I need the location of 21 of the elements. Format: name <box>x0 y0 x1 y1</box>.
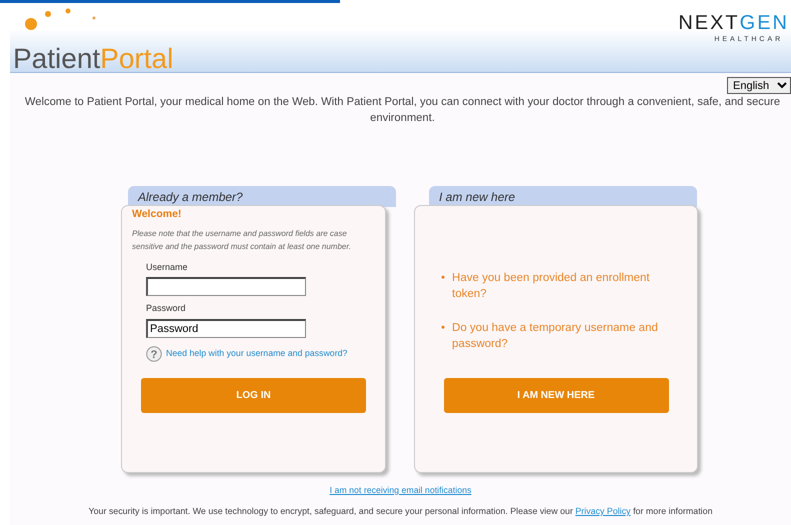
bullet: • <box>441 271 446 286</box>
patient-portal-logo: PatientPortal <box>13 42 174 74</box>
input-field[interactable]: Password <box>146 318 306 338</box>
field-label: Password <box>146 302 187 316</box>
dots-icon <box>25 7 97 31</box>
help-link[interactable]: Need help with your username and password? <box>166 347 348 360</box>
intro-text: Welcome to Patient Portal, your medical home on the Web. With Patient Portal, you can connect with your doctor through a convenient, safe, and secure environment. <box>24 95 782 126</box>
language-select[interactable]: English <box>727 77 791 94</box>
question-text: Do you have a temporary username and password? <box>452 321 659 352</box>
help-icon[interactable]: ? <box>146 346 162 362</box>
security-text: Your security is important. We use technology to encrypt, safeguard, and secure your personal information. Please view our Privacy Policy for more information <box>87 505 714 517</box>
bullet: • <box>441 321 446 336</box>
field-label: Username <box>146 260 189 274</box>
privacy-link[interactable]: Privacy Policy <box>575 506 631 516</box>
new-here-button[interactable]: I AM NEW HERE <box>444 378 668 413</box>
input-field[interactable] <box>146 277 306 296</box>
question-text: Have you been provided an enrollment token? <box>452 271 651 302</box>
email-link[interactable]: I am not receiving email notifications <box>330 485 472 495</box>
welcome-heading: Welcome! <box>132 207 182 222</box>
note-text: Please note that the username and password fields are case sensitive and the password must contain at least one number. <box>132 228 352 253</box>
login-button[interactable]: LOG IN <box>141 378 366 413</box>
